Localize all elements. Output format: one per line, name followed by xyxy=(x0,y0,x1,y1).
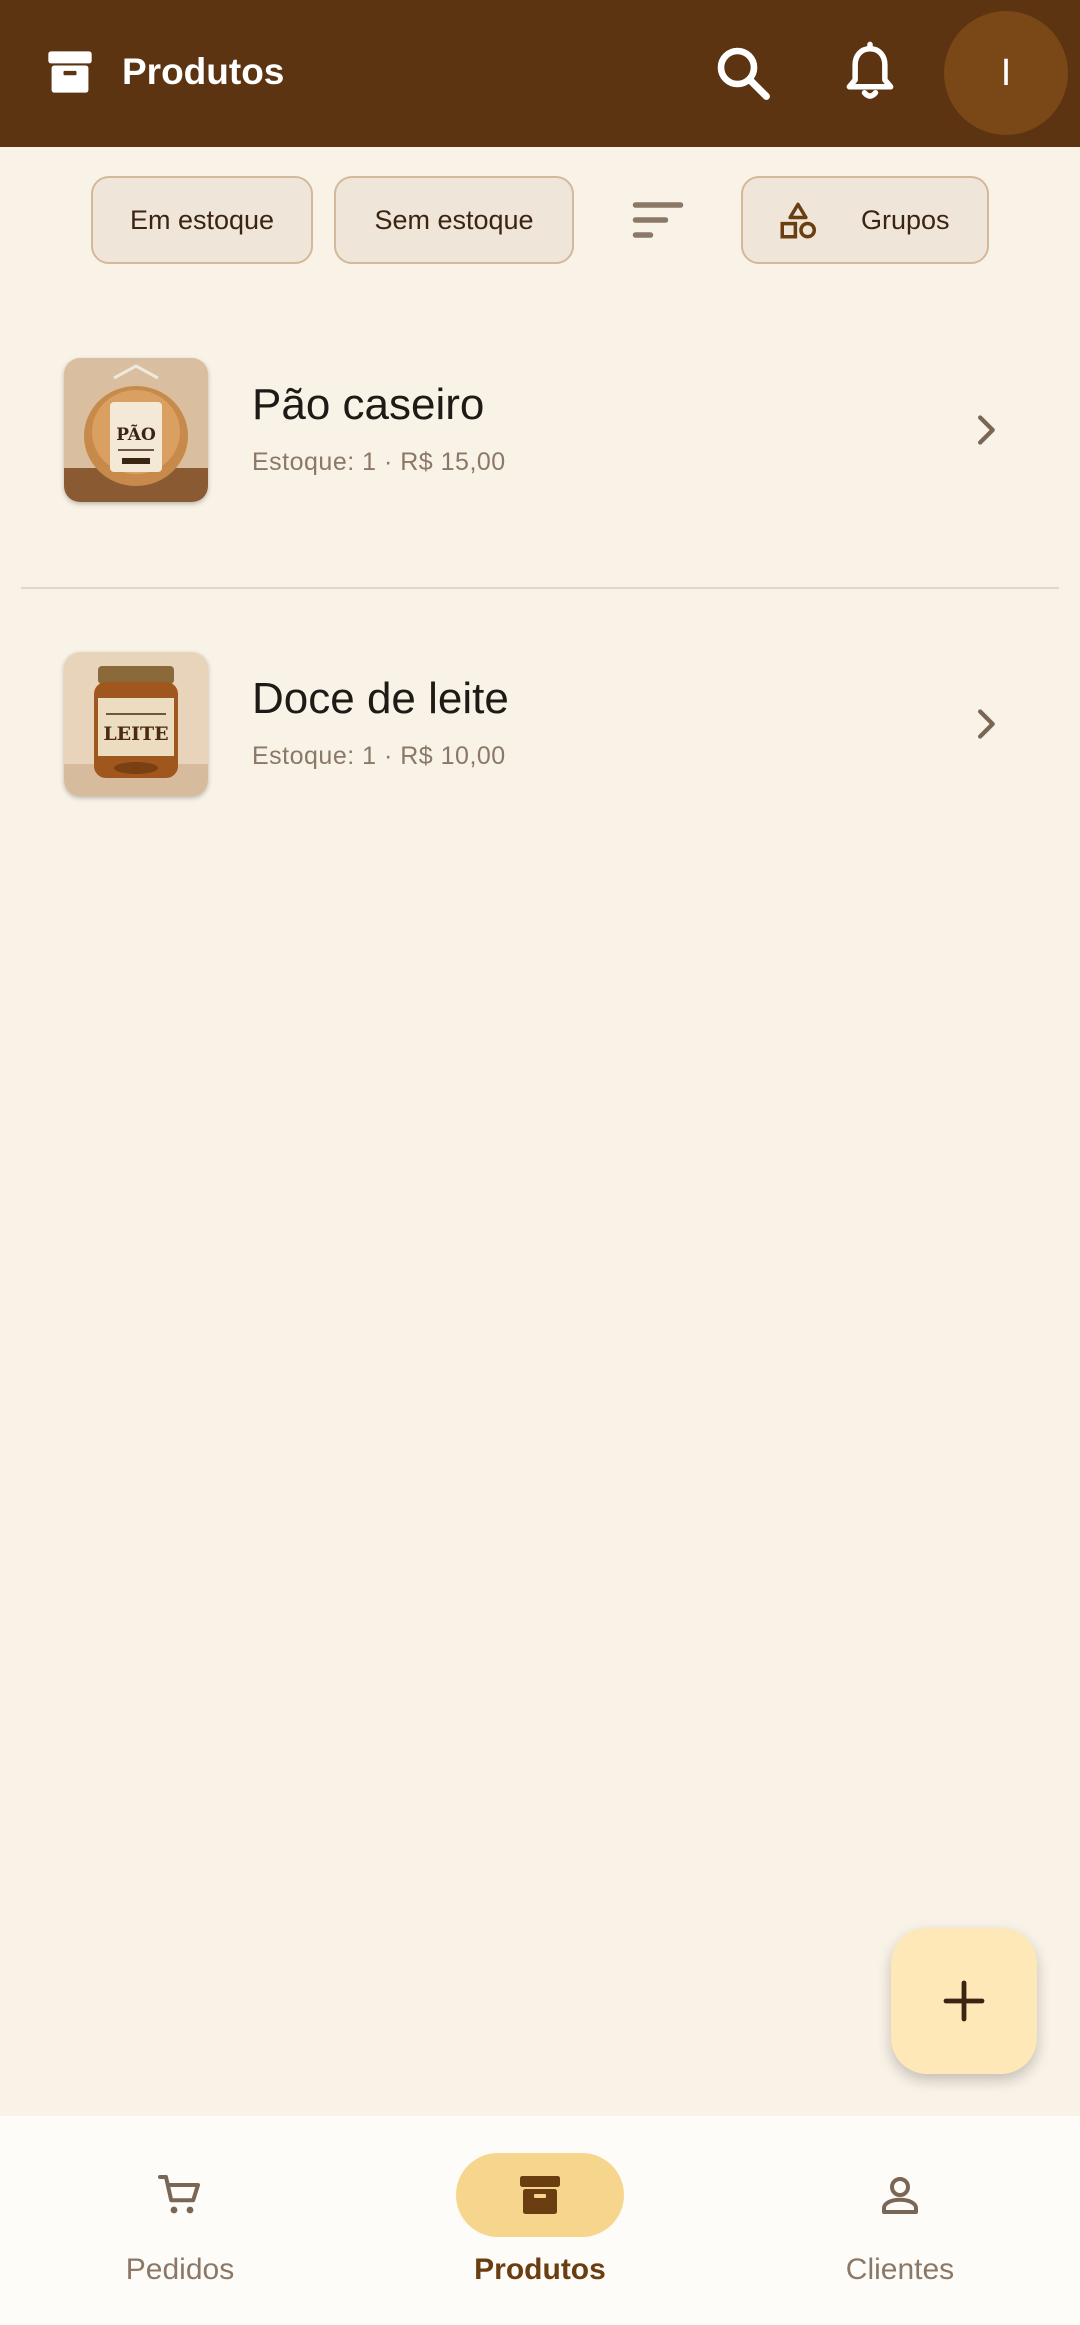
product-name: Doce de leite xyxy=(252,674,509,723)
plus-icon xyxy=(943,1980,985,2022)
person-icon xyxy=(882,2177,918,2214)
groups-label: Grupos xyxy=(861,205,950,235)
groups-chip[interactable]: Grupos xyxy=(741,176,989,264)
product-row[interactable]: LEITE Doce de leite Estoque: 1 · R$ 10,0… xyxy=(0,634,1080,814)
nav-item-produtos[interactable]: Produtos xyxy=(420,2116,660,2325)
shapes-icon xyxy=(780,202,817,239)
top-app-bar: Produtos I xyxy=(0,0,1080,147)
jar-label: LEITE xyxy=(103,723,168,745)
nav-label: Produtos xyxy=(474,2253,606,2286)
page-title: Produtos xyxy=(122,51,285,92)
cart-icon xyxy=(158,2175,200,2214)
add-product-button[interactable] xyxy=(891,1928,1037,2074)
bell-icon[interactable] xyxy=(837,40,903,106)
archive-icon xyxy=(520,2176,560,2214)
nav-item-pedidos[interactable]: Pedidos xyxy=(60,2116,300,2325)
sort-icon[interactable] xyxy=(628,190,688,250)
archive-icon xyxy=(48,51,92,93)
product-thumbnail: PÃO xyxy=(64,358,208,502)
avatar[interactable]: I xyxy=(944,11,1068,135)
bread-label: PÃO xyxy=(116,423,156,445)
nav-item-clientes[interactable]: Clientes xyxy=(780,2116,1020,2325)
product-stock-price: Estoque: 1 · R$ 10,00 xyxy=(252,742,506,770)
product-thumbnail: LEITE xyxy=(64,652,208,796)
nav-label: Clientes xyxy=(845,2253,955,2286)
chevron-right-icon xyxy=(978,709,995,739)
product-stock-price: Estoque: 1 · R$ 15,00 xyxy=(252,448,506,476)
filter-out-of-stock-chip[interactable]: Sem estoque xyxy=(334,176,574,264)
list-divider xyxy=(21,587,1059,589)
jar-image: LEITE xyxy=(64,652,208,796)
filter-in-stock-chip[interactable]: Em estoque xyxy=(91,176,313,264)
product-name: Pão caseiro xyxy=(252,380,485,429)
nav-label: Pedidos xyxy=(125,2253,235,2286)
bread-image: PÃO xyxy=(64,358,208,502)
product-row[interactable]: PÃO Pão caseiro Estoque: 1 · R$ 15,00 xyxy=(0,340,1080,520)
search-icon[interactable] xyxy=(710,40,776,106)
bottom-navigation: Pedidos Produtos Clientes xyxy=(0,2116,1080,2325)
chevron-right-icon xyxy=(978,415,995,445)
